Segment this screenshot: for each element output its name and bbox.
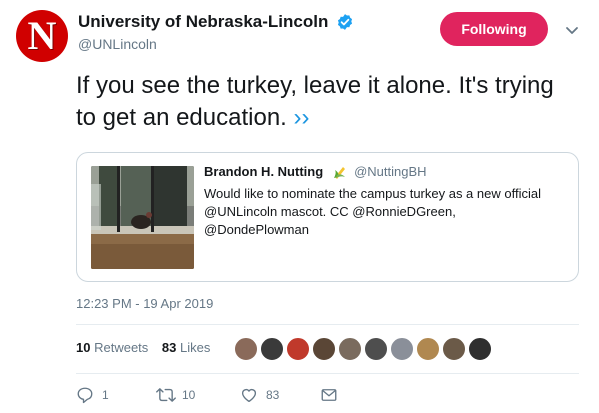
retweets-label: Retweets bbox=[94, 340, 149, 355]
tweet-actions: 1 10 83 bbox=[76, 384, 579, 406]
verified-badge-icon bbox=[337, 14, 352, 30]
liker-avatar-8[interactable] bbox=[415, 336, 441, 362]
like-count: 83 bbox=[266, 388, 280, 402]
liker-avatar-4[interactable] bbox=[311, 336, 337, 362]
quoted-tweet-image[interactable] bbox=[91, 166, 194, 269]
likes-label: Likes bbox=[180, 340, 211, 355]
liker-avatar-7[interactable] bbox=[389, 336, 415, 362]
tweet-text: If you see the turkey, leave it alone. I… bbox=[76, 70, 576, 134]
retweets-count: 10 bbox=[76, 340, 91, 355]
quoted-tweet-body: Brandon H. Nutting @NuttingBH Would like… bbox=[204, 163, 564, 239]
reply-icon bbox=[77, 387, 93, 404]
corn-emoji-icon bbox=[333, 166, 345, 179]
liker-avatar-5[interactable] bbox=[337, 336, 363, 362]
tweet-timestamp[interactable]: 12:23 PM - 19 Apr 2019 bbox=[76, 296, 213, 311]
author-avatar[interactable]: N bbox=[16, 10, 68, 62]
tweet-body: If you see the turkey, leave it alone. I… bbox=[76, 72, 554, 131]
reply-count: 1 bbox=[102, 388, 109, 402]
liker-avatar-1[interactable] bbox=[233, 336, 259, 362]
author-handle[interactable]: @UNLincoln bbox=[78, 36, 354, 52]
liker-avatar-3[interactable] bbox=[285, 336, 311, 362]
author-display-name[interactable]: University of Nebraska-Lincoln bbox=[78, 12, 328, 32]
following-button[interactable]: Following bbox=[440, 12, 548, 46]
likes-count: 83 bbox=[161, 340, 177, 355]
turkey-photo bbox=[91, 166, 194, 269]
likes-stat[interactable]: 83 Likes bbox=[162, 340, 210, 355]
avatar-letter: N bbox=[27, 13, 57, 58]
chevron-down-icon[interactable] bbox=[564, 22, 580, 38]
tweet-header: N University of Nebraska-Lincoln @UNLinc… bbox=[16, 10, 586, 62]
liker-avatar-2[interactable] bbox=[259, 336, 285, 362]
retweet-icon bbox=[156, 388, 176, 402]
quoted-tweet[interactable]: Brandon H. Nutting @NuttingBH Would like… bbox=[76, 152, 579, 282]
retweet-count: 10 bbox=[182, 388, 196, 402]
liker-avatar-9[interactable] bbox=[441, 336, 467, 362]
quoted-display-name[interactable]: Brandon H. Nutting bbox=[204, 164, 323, 179]
heart-icon bbox=[241, 388, 257, 403]
envelope-icon bbox=[321, 389, 337, 401]
tweet-stats: 10 Retweets 83 Likes bbox=[76, 340, 220, 360]
quoted-tweet-text: Would like to nominate the campus turkey… bbox=[204, 186, 541, 237]
author-names: University of Nebraska-Lincoln @UNLincol… bbox=[78, 12, 354, 52]
liker-avatar-6[interactable] bbox=[363, 336, 389, 362]
quoted-tweet-link[interactable]: ›› bbox=[294, 104, 310, 131]
divider bbox=[76, 324, 579, 325]
quoted-handle[interactable]: @NuttingBH bbox=[354, 164, 426, 179]
liker-avatar-10[interactable] bbox=[467, 336, 493, 362]
retweets-stat[interactable]: 10 Retweets bbox=[76, 340, 148, 355]
divider bbox=[76, 373, 579, 374]
